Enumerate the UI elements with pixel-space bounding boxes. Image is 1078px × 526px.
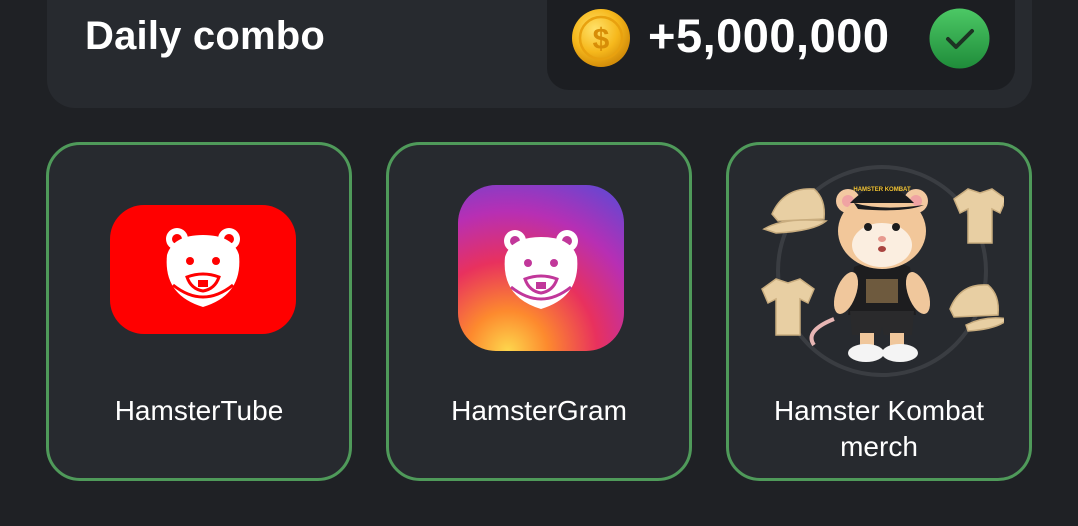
svg-text:$: $ [593,23,610,56]
combo-card-hamster-merch[interactable]: HAMSTER KOMBAT Hamster Kombat merch [726,142,1032,481]
combo-card-hamstergram[interactable]: HamsterGram [386,142,692,481]
cap-logo-text: HAMSTER KOMBAT [853,187,911,193]
combo-card-hamstertube[interactable]: HamsterTube [46,142,352,481]
hamstertube-logo [110,205,296,334]
reward-amount: +5,000,000 [648,9,890,62]
card-label: HamsterGram [451,395,627,426]
card-label: Hamster Kombat merch [729,393,1029,465]
card-label: HamsterTube [114,395,284,426]
card-label-line1: Hamster Kombat [773,395,985,426]
card-label-line2: merch [840,431,918,462]
hamster-merch-illustration: HAMSTER KOMBAT [761,165,1004,377]
check-circle-icon [929,8,990,69]
daily-combo-title: Daily combo [85,14,326,58]
hamstergram-logo [458,185,624,351]
dollar-coin-icon: $ [572,9,630,67]
